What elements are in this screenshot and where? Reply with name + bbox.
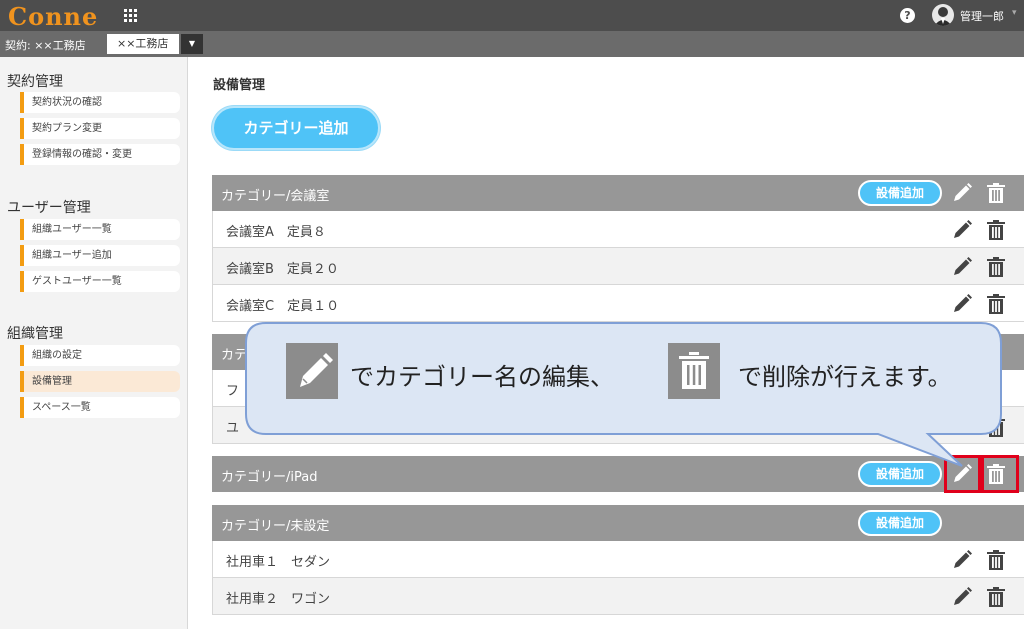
sidebar-item-registration-info[interactable]: 登録情報の確認・変更 bbox=[20, 144, 180, 165]
add-equipment-button[interactable]: 設備追加 bbox=[858, 510, 942, 536]
sidebar-item-contract-status[interactable]: 契約状況の確認 bbox=[20, 92, 180, 113]
edit-pencil-icon[interactable] bbox=[951, 182, 973, 204]
table-row: ユ bbox=[212, 407, 1024, 444]
category-title: カテ bbox=[221, 348, 248, 363]
category-title: カテゴリー/未設定 bbox=[221, 519, 330, 534]
table-row: 会議室A 定員８ bbox=[212, 211, 1024, 248]
sidebar-group-title-users: ユーザー管理 bbox=[7, 200, 91, 216]
equipment-name: フ bbox=[226, 384, 240, 399]
sidebar-group-title-org: 組織管理 bbox=[7, 326, 63, 342]
sidebar-item-equipment[interactable]: 設備管理 bbox=[20, 371, 180, 392]
delete-trash-icon[interactable] bbox=[986, 219, 1006, 241]
delete-trash-icon[interactable] bbox=[986, 586, 1006, 608]
callout-trash-icon bbox=[668, 343, 720, 399]
sidebar-item-guest-users[interactable]: ゲストユーザー一覧 bbox=[20, 271, 180, 292]
delete-trash-icon[interactable] bbox=[986, 416, 1006, 438]
equipment-name: 社用車１ セダン bbox=[226, 555, 331, 570]
equipment-name: 社用車２ ワゴン bbox=[226, 592, 331, 607]
table-row: 社用車２ ワゴン bbox=[212, 578, 1024, 615]
callout-text-delete: で削除が行えます。 bbox=[738, 363, 952, 391]
table-row: 社用車１ セダン bbox=[212, 541, 1024, 578]
category-header: カテゴリー/未設定 設備追加 bbox=[212, 505, 1024, 541]
equipment-name: 会議室C 定員１０ bbox=[226, 299, 340, 314]
edit-pencil-icon[interactable] bbox=[951, 256, 973, 278]
callout-pencil-icon bbox=[286, 343, 338, 399]
sidebar-item-org-settings[interactable]: 組織の設定 bbox=[20, 345, 180, 366]
contract-dropdown-chevron-icon[interactable]: ▼ bbox=[181, 34, 203, 54]
category-title: カテゴリー/iPad bbox=[221, 470, 318, 485]
table-row: 会議室B 定員２０ bbox=[212, 248, 1024, 285]
app-logo[interactable]: Conne bbox=[8, 2, 98, 31]
top-bar: Conne ? 管理一郎 ▾ bbox=[0, 0, 1024, 31]
equipment-name: 会議室B 定員２０ bbox=[226, 262, 339, 277]
sidebar-item-spaces[interactable]: スペース一覧 bbox=[20, 397, 180, 418]
highlight-edit-box bbox=[944, 455, 981, 493]
category-title: カテゴリー/会議室 bbox=[221, 189, 330, 204]
delete-trash-icon[interactable] bbox=[986, 293, 1006, 315]
user-avatar[interactable] bbox=[932, 4, 954, 26]
user-menu-chevron-icon[interactable]: ▾ bbox=[1012, 8, 1017, 18]
edit-pencil-icon[interactable] bbox=[951, 549, 973, 571]
add-equipment-button[interactable]: 設備追加 bbox=[858, 180, 942, 206]
contract-bar: 契約: ××工務店 ××工務店 ▼ bbox=[0, 31, 1024, 57]
add-category-button[interactable]: カテゴリー追加 bbox=[212, 106, 380, 150]
sidebar-group-title-contract: 契約管理 bbox=[7, 74, 63, 90]
add-equipment-button[interactable]: 設備追加 bbox=[858, 461, 942, 487]
page-title: 設備管理 bbox=[213, 78, 266, 93]
sidebar-item-plan-change[interactable]: 契約プラン変更 bbox=[20, 118, 180, 139]
edit-pencil-icon[interactable] bbox=[951, 416, 973, 438]
edit-pencil-icon[interactable] bbox=[951, 219, 973, 241]
edit-pencil-icon[interactable] bbox=[951, 293, 973, 315]
category-header: カテゴリー/iPad 設備追加 bbox=[212, 456, 1024, 492]
sidebar: 契約管理 契約状況の確認 契約プラン変更 登録情報の確認・変更 ユーザー管理 組… bbox=[0, 57, 188, 629]
help-icon[interactable]: ? bbox=[900, 8, 915, 23]
user-name[interactable]: 管理一郎 bbox=[960, 8, 1004, 24]
table-row: 会議室C 定員１０ bbox=[212, 285, 1024, 322]
category-header: カテゴリー/会議室 設備追加 bbox=[212, 175, 1024, 211]
apps-grid-icon[interactable] bbox=[124, 9, 137, 22]
contract-select[interactable]: ××工務店 bbox=[107, 34, 179, 54]
delete-trash-icon[interactable] bbox=[986, 549, 1006, 571]
edit-pencil-icon[interactable] bbox=[951, 586, 973, 608]
equipment-name: ユ bbox=[226, 421, 240, 436]
sidebar-item-add-org-user[interactable]: 組織ユーザー追加 bbox=[20, 245, 180, 266]
callout-text-edit: でカテゴリー名の編集、 bbox=[350, 363, 614, 391]
equipment-name: 会議室A 定員８ bbox=[226, 225, 326, 240]
highlight-delete-box bbox=[981, 455, 1019, 493]
delete-trash-icon[interactable] bbox=[986, 182, 1006, 204]
delete-trash-icon[interactable] bbox=[986, 256, 1006, 278]
sidebar-item-org-users[interactable]: 組織ユーザー一覧 bbox=[20, 219, 180, 240]
contract-label: 契約: ××工務店 bbox=[5, 39, 86, 52]
